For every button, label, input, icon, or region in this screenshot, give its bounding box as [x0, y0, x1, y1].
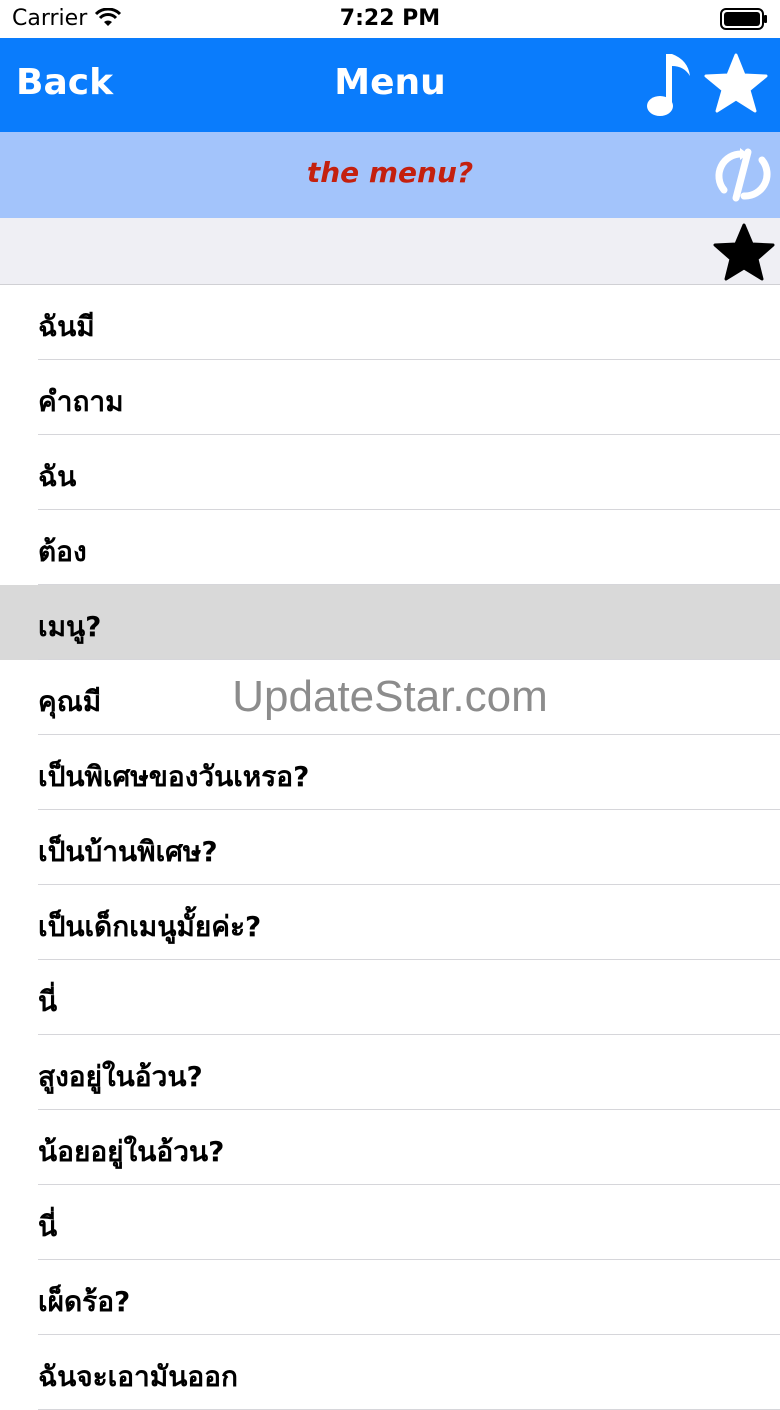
navigation-bar: Back Menu: [0, 38, 780, 132]
list-item-label: ฉัน: [38, 460, 77, 493]
list-item[interactable]: เผ็ดร้อ?: [0, 1260, 780, 1335]
list-item[interactable]: คำถาม: [0, 360, 780, 435]
list-item-label: น้อยอยู่ในอ้วน?: [38, 1135, 225, 1168]
list-item[interactable]: ฉันจะเอามันออก: [0, 1335, 780, 1410]
music-note-icon[interactable]: [640, 50, 694, 124]
list-item-label: ฉันจะเอามันออก: [38, 1360, 238, 1393]
watermark: UpdateStar.com: [232, 672, 548, 721]
list-item[interactable]: เป็นพิเศษของวันเหรอ?: [0, 735, 780, 810]
list-item[interactable]: นี่: [0, 1185, 780, 1260]
list-item[interactable]: เมนู?: [0, 585, 780, 660]
list-item-label: นี่: [38, 1210, 58, 1243]
list-item[interactable]: สูงอยู่ในอ้วน?: [0, 1035, 780, 1110]
favorite-star-icon[interactable]: [704, 52, 768, 118]
phrase-list: ฉันมี คำถาม ฉัน ต้อง เมนู? คุณมี เป็นพิเศษของว…: [0, 285, 780, 1410]
list-item[interactable]: ต้อง: [0, 510, 780, 585]
list-item-label: นี่: [38, 985, 58, 1018]
clock: 7:22 PM: [339, 6, 441, 31]
list-item-label: เป็นบ้านพิเศษ?: [38, 835, 218, 868]
phrase-translation: the menu?: [306, 156, 474, 189]
list-item-label: เมนู?: [38, 610, 102, 643]
phrase-banner: the menu?: [0, 132, 780, 218]
list-item-label: ต้อง: [38, 535, 87, 568]
favorites-strip: [0, 218, 780, 285]
status-bar: Carrier 7:22 PM: [0, 0, 780, 38]
list-item-label: คำถาม: [38, 385, 124, 418]
battery-icon: [720, 8, 768, 34]
list-item[interactable]: น้อยอยู่ในอ้วน?: [0, 1110, 780, 1185]
list-item-label: เผ็ดร้อ?: [38, 1285, 131, 1318]
list-item[interactable]: ฉันมี: [0, 285, 780, 360]
list-item[interactable]: นี่: [0, 960, 780, 1035]
list-item-label: สูงอยู่ในอ้วน?: [38, 1060, 203, 1093]
list-item-label: ฉันมี: [38, 310, 95, 343]
list-item[interactable]: ฉัน: [0, 435, 780, 510]
star-icon[interactable]: [713, 222, 775, 286]
list-item-label: เป็นเด็กเมนูมั้ยค่ะ?: [38, 910, 262, 943]
list-item[interactable]: เป็นเด็กเมนูมั้ยค่ะ?: [0, 885, 780, 960]
translate-toggle-icon[interactable]: [712, 144, 774, 210]
list-item-label: เป็นพิเศษของวันเหรอ?: [38, 760, 310, 793]
list-item[interactable]: เป็นบ้านพิเศษ?: [0, 810, 780, 885]
